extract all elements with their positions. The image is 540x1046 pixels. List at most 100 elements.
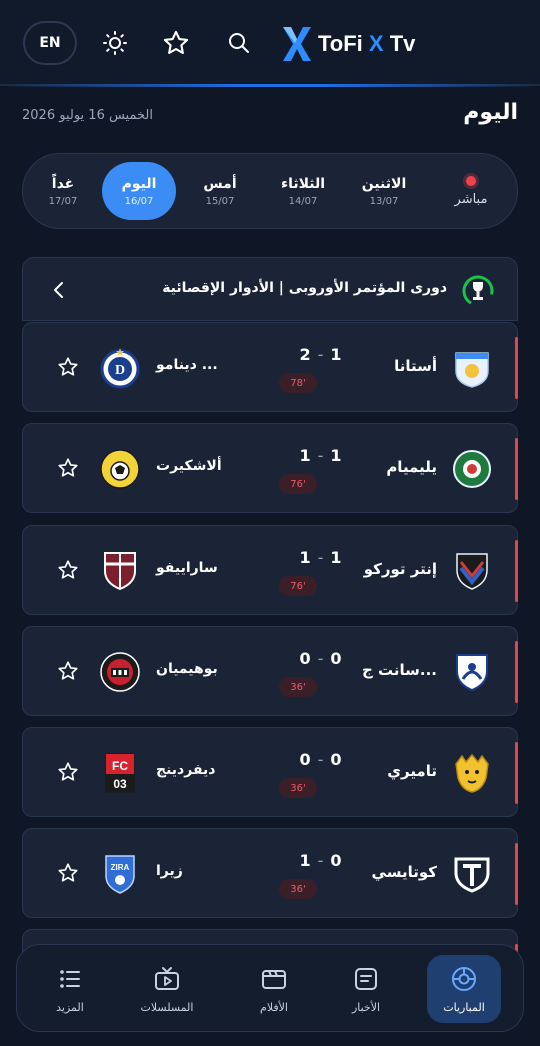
away-team-name: بوهيميان: [156, 661, 218, 677]
away-team-name: ألاشكيرت: [156, 458, 222, 474]
match-minute-badge: 76': [279, 576, 317, 596]
tab-live[interactable]: مباشر: [437, 162, 505, 220]
current-date: الخميس 16 يوليو 2026: [22, 108, 153, 123]
match-score: 1-1: [299, 548, 343, 567]
tab-date: 16/07: [124, 195, 154, 207]
live-indicator: [515, 742, 518, 804]
match-card[interactable]: كوتايسي 1-0 36' زيرا ZIRA: [22, 828, 518, 918]
away-team-name: ساراييفو: [156, 560, 218, 576]
tab-yesterday[interactable]: أمس 15/07: [185, 162, 255, 220]
alashkert-crest-icon: [100, 449, 140, 489]
tab-tomorrow[interactable]: غداً 17/07: [33, 162, 93, 220]
live-indicator: [515, 438, 518, 500]
page-title: اليوم: [463, 100, 518, 125]
live-indicator: [515, 337, 518, 399]
svg-text:ZIRA: ZIRA: [111, 863, 130, 872]
kutaisi-crest-icon: [454, 857, 490, 893]
search-icon[interactable]: [224, 28, 254, 58]
away-team-name: زيرا: [156, 863, 183, 879]
match-score: 1-1: [299, 446, 343, 465]
live-indicator: [515, 540, 518, 602]
app-header: EN ToFi X Tv: [0, 0, 540, 87]
favorite-star-icon[interactable]: [57, 862, 79, 884]
header-accent-line: [0, 84, 540, 87]
match-score: 1-0: [299, 851, 343, 870]
match-minute-badge: 36': [279, 677, 317, 697]
tab-label: الاثنين: [361, 175, 407, 192]
tab-label: اليوم: [121, 175, 157, 192]
live-dot-icon: [466, 175, 476, 186]
away-team-name: ديفردينج: [156, 762, 216, 778]
nav-label: المزيد: [56, 1000, 84, 1014]
dinamo-crest-icon: D: [100, 348, 140, 389]
film-icon: [262, 969, 286, 989]
svg-text:FC: FC: [112, 759, 128, 773]
language-button[interactable]: EN: [23, 21, 77, 65]
nav-more[interactable]: المزيد: [33, 955, 107, 1023]
away-team-name: دينامو ...: [156, 357, 218, 373]
match-card[interactable]: سانت ج... 0-0 36' بوهيميان: [22, 626, 518, 716]
tab-label: أمس: [203, 175, 237, 192]
astana-crest-icon: [455, 352, 489, 388]
match-score: 2-1: [299, 345, 343, 364]
nav-movies[interactable]: الأفلام: [237, 955, 311, 1023]
tab-date: 15/07: [205, 195, 235, 207]
news-icon: [355, 967, 377, 990]
sarajevo-crest-icon: [104, 552, 136, 591]
tab-monday[interactable]: الاثنين 13/07: [349, 162, 419, 220]
live-indicator: [515, 641, 518, 703]
favorite-star-icon[interactable]: [57, 356, 79, 378]
bottom-navigation: المباريات الأخبار الأفلام المسلسلات المز…: [16, 944, 524, 1032]
day-selector: مباشر الاثنين 13/07 الثلاثاء 14/07 أمس 1…: [22, 153, 518, 229]
league-header[interactable]: دورى المؤتمر الأوروبى | الأدوار الإقصائي…: [22, 257, 518, 321]
home-team-name: سانت ج...: [361, 661, 437, 679]
match-minute-badge: 36': [279, 778, 317, 798]
tv-icon: [155, 966, 179, 990]
match-minute-badge: 76': [279, 474, 317, 494]
tab-tuesday[interactable]: الثلاثاء 14/07: [265, 162, 341, 220]
app-logo[interactable]: ToFi X Tv: [282, 24, 415, 64]
conference-league-trophy-icon: [462, 275, 494, 307]
svg-text:03: 03: [113, 777, 127, 791]
favorite-star-icon[interactable]: [57, 559, 79, 581]
match-card[interactable]: تاميري 0-0 36' ديفردينج FC 03: [22, 727, 518, 817]
football-icon: [452, 966, 476, 991]
match-score: 0-0: [299, 750, 343, 769]
inter-turku-crest-icon: [456, 553, 488, 590]
bohemians-crest-icon: [100, 652, 140, 692]
tab-today[interactable]: اليوم 16/07: [102, 162, 176, 220]
zira-crest-icon: ZIRA: [105, 855, 135, 894]
tab-date: 17/07: [48, 195, 78, 207]
brand-name: ToFi X Tv: [318, 31, 416, 56]
nav-label: الأخبار: [351, 1000, 381, 1014]
nav-series[interactable]: المسلسلات: [123, 955, 211, 1023]
nav-news[interactable]: الأخبار: [329, 955, 403, 1023]
live-indicator: [515, 843, 518, 905]
theme-toggle-icon[interactable]: [100, 28, 130, 58]
match-card[interactable]: أستانا 2-1 78' دينامو ... D: [22, 322, 518, 412]
nav-label: المسلسلات: [140, 1000, 194, 1014]
match-card[interactable]: إنتر توركو 1-1 76' ساراييفو: [22, 525, 518, 615]
chevron-left-icon[interactable]: [49, 278, 69, 302]
home-team-name: إنتر توركو: [363, 560, 437, 578]
favorites-star-icon[interactable]: [161, 28, 191, 58]
urartu-crest-icon: [453, 450, 491, 488]
match-card[interactable]: يليميام 1-1 76' ألاشكيرت: [22, 423, 518, 513]
favorite-star-icon[interactable]: [57, 660, 79, 682]
favorite-star-icon[interactable]: [57, 761, 79, 783]
home-team-name: يليميام: [386, 458, 437, 476]
favorite-star-icon[interactable]: [57, 457, 79, 479]
more-list-icon: [60, 969, 80, 988]
differdange-crest-icon: FC 03: [105, 753, 135, 793]
tab-date: 14/07: [288, 195, 318, 207]
brand-x-icon: [283, 27, 311, 61]
st-josephs-crest-icon: [456, 654, 488, 692]
match-minute-badge: 36': [279, 879, 317, 899]
league-name: دورى المؤتمر الأوروبى | الأدوار الإقصائي…: [162, 280, 447, 296]
tab-label: غداً: [51, 175, 75, 192]
tab-live-label: مباشر: [454, 191, 488, 207]
home-team-name: أستانا: [394, 357, 437, 375]
match-minute-badge: 78': [279, 373, 317, 393]
nav-label: الأفلام: [260, 1000, 288, 1014]
nav-matches[interactable]: المباريات: [427, 955, 501, 1023]
